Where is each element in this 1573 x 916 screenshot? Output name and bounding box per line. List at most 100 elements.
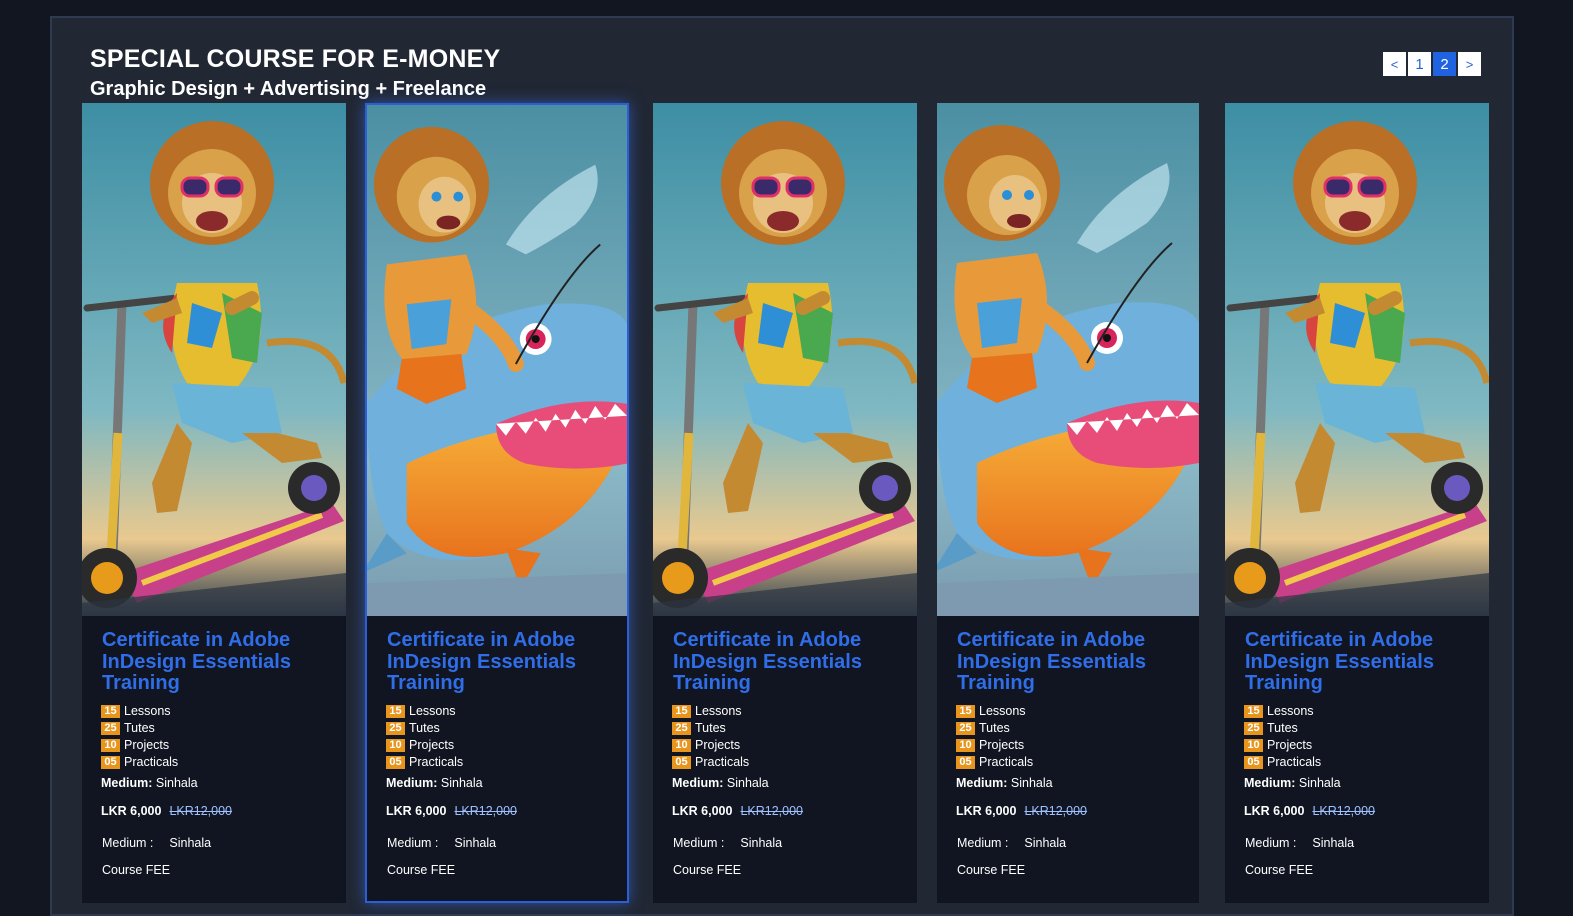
- practicals-label: Practicals: [1267, 754, 1322, 769]
- page-subtitle: Graphic Design + Advertising + Freelance: [90, 78, 487, 100]
- current-price: LKR 6,000: [672, 803, 733, 818]
- practicals-count: 05: [101, 755, 120, 769]
- lessons-label: Lessons: [124, 703, 171, 718]
- next-page-button[interactable]: >: [1458, 52, 1481, 76]
- medium2-label: Medium :: [957, 835, 1009, 850]
- medium-label: Medium:: [956, 775, 1008, 790]
- practicals-label: Practicals: [124, 754, 179, 769]
- practicals-label: Practicals: [695, 754, 750, 769]
- course-title[interactable]: Certificate in Adobe InDesign Essentials…: [387, 629, 627, 695]
- projects-label: Projects: [124, 737, 170, 752]
- old-price: LKR12,000: [1312, 803, 1376, 818]
- projects-count: 10: [672, 738, 691, 752]
- course-card[interactable]: Certificate in Adobe InDesign Essentials…: [82, 103, 346, 903]
- course-card-selected[interactable]: Certificate in Adobe InDesign Essentials…: [365, 103, 629, 903]
- lessons-count: 15: [956, 704, 975, 718]
- price-line: LKR 6,000 LKR12,000: [672, 804, 917, 818]
- medium2-label: Medium :: [102, 835, 154, 850]
- old-price: LKR12,000: [740, 803, 804, 818]
- stat-tutes: 25 Tutes: [1244, 720, 1489, 737]
- lion-riding-shark-image[interactable]: [367, 105, 627, 616]
- stat-projects: 10 Projects: [956, 737, 1199, 754]
- stat-tutes: 25 Tutes: [672, 720, 917, 737]
- lion-on-scooter-image[interactable]: [82, 103, 346, 616]
- current-price: LKR 6,000: [956, 803, 1017, 818]
- lessons-label: Lessons: [979, 703, 1026, 718]
- course-title[interactable]: Certificate in Adobe InDesign Essentials…: [1245, 629, 1485, 695]
- medium-line: Medium: Sinhala: [101, 776, 346, 790]
- medium-value: Sinhala: [726, 775, 769, 790]
- medium-label: Medium:: [101, 775, 153, 790]
- medium2-value: Sinhala: [454, 835, 497, 850]
- projects-label: Projects: [409, 737, 455, 752]
- stat-projects: 10 Projects: [386, 737, 627, 754]
- course-title[interactable]: Certificate in Adobe InDesign Essentials…: [673, 629, 913, 695]
- stat-tutes: 25 Tutes: [386, 720, 627, 737]
- projects-count: 10: [101, 738, 120, 752]
- tutes-count: 25: [101, 721, 120, 735]
- stat-practicals: 05 Practicals: [101, 754, 346, 771]
- medium-value: Sinhala: [1298, 775, 1341, 790]
- medium-value: Sinhala: [155, 775, 198, 790]
- current-price: LKR 6,000: [101, 803, 162, 818]
- practicals-count: 05: [386, 755, 405, 769]
- medium-label: Medium:: [672, 775, 724, 790]
- course-fee-label: Course FEE: [673, 862, 742, 877]
- pagination: < 1 2 >: [1383, 52, 1481, 76]
- course-card[interactable]: Certificate in Adobe InDesign Essentials…: [1225, 103, 1489, 903]
- lessons-count: 15: [101, 704, 120, 718]
- stat-projects: 10 Projects: [101, 737, 346, 754]
- projects-count: 10: [386, 738, 405, 752]
- course-card[interactable]: Certificate in Adobe InDesign Essentials…: [653, 103, 917, 903]
- medium-row: Medium : Sinhala: [673, 836, 917, 850]
- course-fee-label: Course FEE: [102, 862, 171, 877]
- course-fee-label: Course FEE: [957, 862, 1026, 877]
- medium-row: Medium : Sinhala: [102, 836, 346, 850]
- course-card[interactable]: Certificate in Adobe InDesign Essentials…: [937, 103, 1199, 903]
- medium-line: Medium: Sinhala: [1244, 776, 1489, 790]
- lion-on-scooter-image[interactable]: [1225, 103, 1489, 616]
- practicals-label: Practicals: [409, 754, 464, 769]
- tutes-label: Tutes: [1267, 720, 1298, 735]
- old-price: LKR12,000: [1024, 803, 1088, 818]
- projects-label: Projects: [695, 737, 741, 752]
- tutes-count: 25: [672, 721, 691, 735]
- medium2-value: Sinhala: [1312, 835, 1355, 850]
- price-line: LKR 6,000 LKR12,000: [1244, 804, 1489, 818]
- medium2-value: Sinhala: [1024, 835, 1067, 850]
- medium-label: Medium:: [386, 775, 438, 790]
- course-title[interactable]: Certificate in Adobe InDesign Essentials…: [957, 629, 1197, 695]
- tutes-count: 25: [956, 721, 975, 735]
- medium2-label: Medium :: [387, 835, 439, 850]
- medium-line: Medium: Sinhala: [386, 776, 627, 790]
- current-price: LKR 6,000: [386, 803, 447, 818]
- course-title[interactable]: Certificate in Adobe InDesign Essentials…: [102, 629, 342, 695]
- stat-projects: 10 Projects: [1244, 737, 1489, 754]
- medium2-value: Sinhala: [740, 835, 783, 850]
- price-line: LKR 6,000 LKR12,000: [386, 804, 627, 818]
- medium2-label: Medium :: [1245, 835, 1297, 850]
- lion-riding-shark-image[interactable]: [937, 103, 1199, 616]
- lessons-count: 15: [1244, 704, 1263, 718]
- tutes-count: 25: [1244, 721, 1263, 735]
- lessons-count: 15: [672, 704, 691, 718]
- projects-label: Projects: [1267, 737, 1313, 752]
- lion-on-scooter-image[interactable]: [653, 103, 917, 616]
- medium-line: Medium: Sinhala: [956, 776, 1199, 790]
- projects-label: Projects: [979, 737, 1025, 752]
- medium-value: Sinhala: [1010, 775, 1053, 790]
- stat-practicals: 05 Practicals: [672, 754, 917, 771]
- medium2-label: Medium :: [673, 835, 725, 850]
- tutes-label: Tutes: [979, 720, 1010, 735]
- tutes-label: Tutes: [409, 720, 440, 735]
- page-2-button[interactable]: 2: [1433, 52, 1456, 76]
- stat-projects: 10 Projects: [672, 737, 917, 754]
- stat-lessons: 15 Lessons: [956, 703, 1199, 720]
- projects-count: 10: [956, 738, 975, 752]
- old-price: LKR12,000: [454, 803, 518, 818]
- prev-page-button[interactable]: <: [1383, 52, 1406, 76]
- practicals-count: 05: [956, 755, 975, 769]
- page-1-button[interactable]: 1: [1408, 52, 1431, 76]
- lessons-label: Lessons: [1267, 703, 1314, 718]
- course-fee-label: Course FEE: [387, 862, 456, 877]
